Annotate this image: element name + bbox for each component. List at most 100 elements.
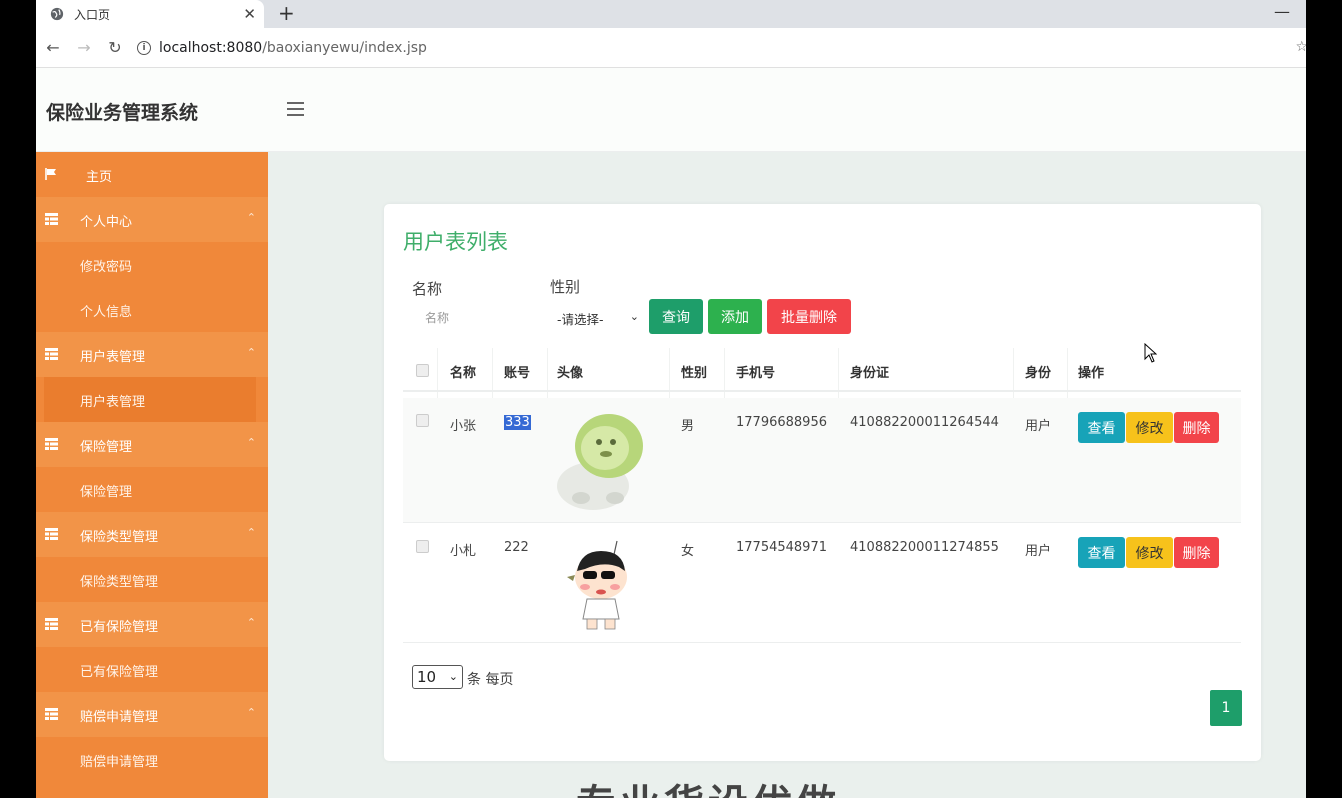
header-gender: 性别 — [681, 366, 708, 381]
info-icon[interactable]: i — [137, 40, 151, 55]
page-button-current[interactable]: 1 — [1210, 690, 1242, 726]
header-actions: 操作 — [1078, 366, 1105, 381]
name-filter-input[interactable]: 名称 — [412, 305, 537, 329]
sidebar-item-label: 修改密码 — [80, 260, 133, 275]
sidebar-item-home[interactable]: 主页 — [36, 152, 268, 197]
row-checkbox[interactable] — [416, 414, 429, 427]
app-title: 保险业务管理系统 — [46, 102, 199, 124]
sidebar-item-label: 保险类型管理 — [80, 575, 159, 590]
reload-icon[interactable]: ↻ — [101, 34, 129, 62]
flag-icon — [45, 168, 56, 180]
header-role: 身份 — [1025, 366, 1052, 381]
table-row: 小张 333 男 17796688956 410882200011264544 … — [403, 398, 1241, 523]
delete-button[interactable]: 删除 — [1174, 537, 1219, 568]
sidebar-item-label: 保险管理 — [80, 485, 133, 500]
screen-border — [1306, 0, 1342, 798]
mouse-cursor-icon — [1144, 343, 1157, 363]
sidebar-item-change-password[interactable]: 修改密码 — [36, 242, 268, 287]
sidebar-item-label: 保险管理 — [80, 440, 133, 455]
gender-select-value: -请选择- — [557, 311, 604, 327]
cell-role: 用户 — [1025, 419, 1052, 434]
cell-name: 小札 — [450, 544, 477, 559]
table-header: 名称 账号 头像 性别 手机号 身份证 身份 操作 — [403, 348, 1241, 392]
sidebar-item-insurance-type-management[interactable]: 保险类型管理 ⌃ — [36, 512, 268, 557]
query-button[interactable]: 查询 — [649, 299, 703, 334]
cell-id-card: 410882200011274855 — [850, 540, 999, 555]
sidebar-item-existing-insurance-management[interactable]: 已有保险管理 ⌃ — [36, 602, 268, 647]
minimize-icon[interactable]: — — [1274, 2, 1290, 21]
cell-gender: 男 — [681, 419, 695, 434]
back-icon[interactable]: ← — [39, 34, 67, 62]
table-icon — [45, 213, 58, 225]
gender-filter-label: 性别 — [550, 278, 581, 296]
sidebar-item-insurance-management-sub[interactable]: 保险管理 — [36, 467, 268, 512]
chevron-up-icon: ⌃ — [246, 706, 256, 719]
sidebar-item-personal-center[interactable]: 个人中心 ⌃ — [36, 197, 268, 242]
chevron-up-icon: ⌃ — [246, 526, 256, 539]
cell-gender: 女 — [681, 544, 695, 559]
screen: 入口页 ✕ + — ← → ↻ i localhost:8080/baoxian… — [0, 0, 1342, 798]
header-account: 账号 — [504, 366, 531, 381]
delete-button[interactable]: 删除 — [1174, 412, 1219, 443]
sidebar-item-claim-management-sub[interactable]: 赔偿申请管理 — [36, 737, 268, 782]
view-button[interactable]: 查看 — [1078, 412, 1125, 443]
selected-text: 333 — [504, 415, 531, 430]
forward-icon[interactable]: → — [70, 34, 98, 62]
edit-button[interactable]: 修改 — [1126, 412, 1173, 443]
cell-account: 333 — [504, 415, 531, 430]
table-icon — [45, 348, 58, 360]
sidebar-item-claim-management[interactable]: 赔偿申请管理 ⌃ — [36, 692, 268, 737]
chevron-up-icon: ⌃ — [246, 211, 256, 224]
sidebar-item-personal-info[interactable]: 个人信息 — [36, 287, 268, 332]
chevron-up-icon: ⌃ — [246, 616, 256, 629]
chevron-up-icon: ⌃ — [246, 436, 256, 449]
sidebar-item-label: 赔偿申请管理 — [80, 755, 159, 770]
table-row: 小札 222 女 17754548971 410882200011274855 … — [403, 523, 1241, 643]
cell-phone: 17796688956 — [736, 415, 827, 430]
sidebar-item-insurance-management[interactable]: 保险管理 ⌃ — [36, 422, 268, 467]
avatar-cabbage-image — [557, 414, 643, 510]
page-size-select[interactable]: 10 ⌄ — [412, 665, 463, 689]
sidebar-item-label: 个人信息 — [80, 305, 133, 320]
sidebar-item-label: 已有保险管理 — [80, 620, 159, 635]
url-path: /baoxianyewu/index.jsp — [262, 39, 427, 56]
sidebar-item-user-management-sub[interactable]: 用户表管理 — [44, 377, 256, 422]
table-icon — [45, 528, 58, 540]
new-tab-icon[interactable]: + — [278, 1, 295, 25]
bookmark-star-icon[interactable]: ☆ — [1295, 39, 1306, 55]
header-phone: 手机号 — [736, 366, 776, 381]
url-field[interactable]: localhost:8080/baoxianyewu/index.jsp — [159, 40, 427, 56]
select-all-checkbox[interactable] — [416, 364, 429, 377]
sidebar: 主页 个人中心 ⌃ 修改密码 个人信息 用户表管理 ⌃ 用户表管理 保险管理 ⌃… — [36, 152, 268, 798]
browser-window: 入口页 ✕ + — ← → ↻ i localhost:8080/baoxian… — [36, 0, 1306, 798]
hamburger-menu-icon[interactable] — [287, 102, 304, 116]
gender-select[interactable]: -请选择- ⌄ — [550, 306, 643, 330]
edit-button[interactable]: 修改 — [1126, 537, 1173, 568]
tab-strip: 入口页 ✕ + — — [36, 0, 1306, 28]
browser-tab[interactable]: 入口页 ✕ — [36, 0, 264, 28]
url-host: localhost:8080 — [159, 39, 263, 56]
app-header: 保险业务管理系统 — [36, 68, 1306, 152]
address-bar-row: ← → ↻ i localhost:8080/baoxianyewu/index… — [36, 28, 1306, 68]
batch-delete-button[interactable]: 批量删除 — [767, 299, 851, 334]
chevron-down-icon: ⌄ — [629, 310, 639, 323]
cell-phone: 17754548971 — [736, 540, 827, 555]
sidebar-item-existing-insurance-management-sub[interactable]: 已有保险管理 — [36, 647, 268, 692]
sidebar-item-user-management[interactable]: 用户表管理 ⌃ — [36, 332, 268, 377]
row-checkbox[interactable] — [416, 540, 429, 553]
add-button[interactable]: 添加 — [708, 299, 762, 334]
view-button[interactable]: 查看 — [1078, 537, 1125, 568]
header-name: 名称 — [450, 366, 477, 381]
sidebar-item-label: 已有保险管理 — [80, 665, 159, 680]
header-avatar: 头像 — [557, 366, 584, 381]
cell-name: 小张 — [450, 419, 477, 434]
header-id-card: 身份证 — [850, 366, 890, 381]
sidebar-item-insurance-type-management-sub[interactable]: 保险类型管理 — [36, 557, 268, 602]
table-icon — [45, 708, 58, 720]
tab-title: 入口页 — [74, 7, 111, 22]
footer-slogan: 专业货设优做 — [576, 772, 840, 798]
sidebar-item-label: 赔偿申请管理 — [80, 710, 159, 725]
avatar-cartoon-image — [567, 540, 627, 630]
sidebar-item-label: 保险类型管理 — [80, 530, 159, 545]
close-tab-icon[interactable]: ✕ — [243, 5, 256, 23]
